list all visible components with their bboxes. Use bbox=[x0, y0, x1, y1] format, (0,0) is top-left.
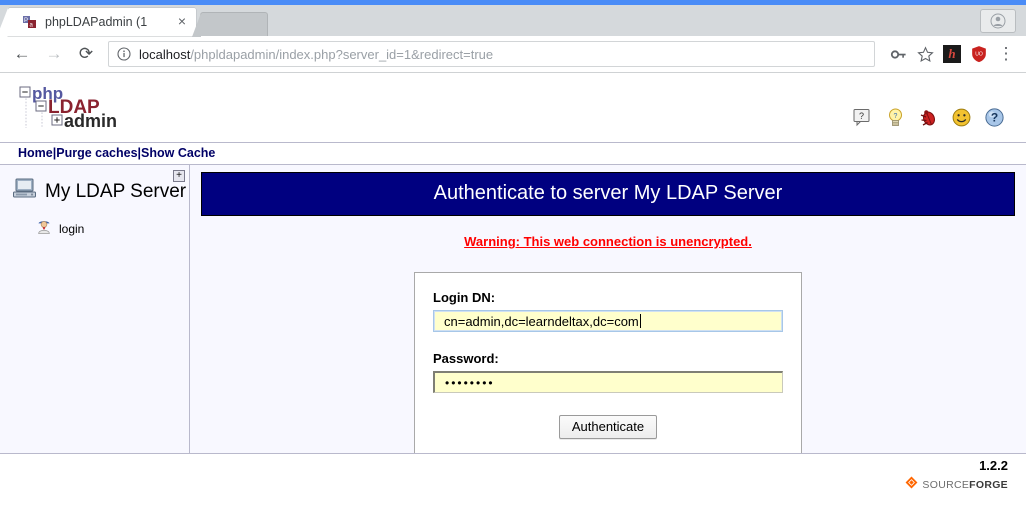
key-icon[interactable] bbox=[886, 42, 910, 66]
close-icon[interactable]: × bbox=[174, 14, 190, 30]
sourceforge-logo[interactable]: SOURCEFORGE bbox=[0, 476, 1008, 494]
sourceforge-prefix: SOURCE bbox=[922, 479, 970, 491]
phpldapadmin-logo: php LDAP admin bbox=[18, 82, 138, 134]
login-dn-value: cn=admin,dc=learndeltax,dc=com bbox=[444, 313, 639, 329]
question-ball-icon[interactable]: ? bbox=[984, 107, 1006, 129]
url-path: /phpldapadmin/index.php?server_id=1&redi… bbox=[190, 46, 494, 62]
app-header: php LDAP admin ? ? ? bbox=[0, 74, 1026, 142]
smiley-icon[interactable] bbox=[951, 107, 973, 129]
profile-avatar-icon[interactable] bbox=[980, 9, 1016, 33]
form-actions: Authenticate bbox=[433, 415, 783, 439]
svg-text:P: P bbox=[24, 18, 28, 24]
server-computer-icon bbox=[12, 177, 38, 206]
sidebar-item-login[interactable]: login bbox=[0, 218, 189, 239]
svg-text:?: ? bbox=[859, 111, 864, 121]
sidebar-item-server[interactable]: My LDAP Server bbox=[0, 177, 189, 206]
extension-icon-h[interactable]: h bbox=[940, 42, 964, 66]
address-bar[interactable]: localhost/phpldapadmin/index.php?server_… bbox=[108, 41, 875, 67]
browser-toolbar: ← → ⟳ localhost/phpldapadmin/index.php?s… bbox=[0, 36, 1026, 73]
info-circle-icon[interactable] bbox=[117, 47, 131, 61]
unencrypted-warning: Warning: This web connection is unencryp… bbox=[464, 234, 752, 249]
main-content: Authenticate to server My LDAP Server Wa… bbox=[190, 165, 1026, 458]
help-balloon-icon[interactable]: ? bbox=[852, 107, 874, 129]
sidebar-server-label: My LDAP Server bbox=[45, 180, 187, 202]
page-content: php LDAP admin ? ? ? Home|Purge caches|S… bbox=[0, 74, 1026, 511]
svg-text:admin: admin bbox=[64, 111, 117, 131]
password-input[interactable]: •••••••• bbox=[433, 371, 783, 393]
phpldapadmin-favicon: P a bbox=[22, 14, 38, 30]
forward-icon[interactable]: → bbox=[40, 40, 68, 68]
sidebar: + My LDAP Server login bbox=[0, 165, 190, 453]
password-label: Password: bbox=[433, 351, 499, 366]
expand-tree-icon[interactable]: + bbox=[173, 170, 185, 182]
browser-tab-title: phpLDAPadmin (1 bbox=[45, 15, 148, 29]
sourceforge-diamond-icon bbox=[905, 476, 918, 494]
reload-icon[interactable]: ⟳ bbox=[72, 40, 100, 68]
star-icon[interactable] bbox=[913, 42, 937, 66]
address-bar-url: localhost/phpldapadmin/index.php?server_… bbox=[139, 47, 493, 62]
browser-window: P a phpLDAPadmin (1 × ← → ⟳ localhost/ph… bbox=[0, 0, 1026, 511]
svg-text:?: ? bbox=[894, 113, 898, 120]
app-header-icons: ? ? ? bbox=[852, 107, 1026, 129]
sourceforge-suffix: FORGE bbox=[969, 479, 1008, 491]
sidebar-login-label: login bbox=[59, 221, 85, 236]
back-icon[interactable]: ← bbox=[8, 40, 36, 68]
page-title: Authenticate to server My LDAP Server bbox=[201, 172, 1015, 216]
url-host: localhost bbox=[139, 46, 191, 62]
page-footer: 1.2.2 SOURCEFORGE bbox=[0, 453, 1026, 504]
browser-tab-inactive[interactable] bbox=[192, 12, 268, 37]
bug-icon[interactable] bbox=[918, 107, 940, 129]
nav-link-purge-caches[interactable]: Purge caches bbox=[56, 146, 137, 160]
authenticate-button[interactable]: Authenticate bbox=[558, 415, 658, 439]
page-body: + My LDAP Server login Authenticate to s… bbox=[0, 165, 1026, 458]
login-user-icon bbox=[36, 218, 52, 239]
text-caret bbox=[639, 314, 641, 328]
ublock-origin-icon[interactable]: UO bbox=[967, 42, 991, 66]
sourceforge-text: SOURCEFORGE bbox=[922, 479, 1008, 491]
extension-h-label: h bbox=[943, 45, 961, 63]
lightbulb-icon[interactable]: ? bbox=[885, 107, 907, 129]
login-dn-label: Login DN: bbox=[433, 290, 496, 305]
password-value: •••••••• bbox=[445, 375, 495, 390]
login-dn-input[interactable]: cn=admin,dc=learndeltax,dc=com bbox=[433, 310, 783, 332]
breadcrumb: Home|Purge caches|Show Cache bbox=[0, 142, 1026, 165]
svg-text:?: ? bbox=[991, 111, 998, 125]
browser-tab-active[interactable]: P a phpLDAPadmin (1 × bbox=[0, 8, 196, 36]
version-label: 1.2.2 bbox=[979, 458, 1008, 473]
login-form: Login DN: cn=admin,dc=learndeltax,dc=com… bbox=[414, 272, 802, 458]
nav-link-show-cache[interactable]: Show Cache bbox=[141, 146, 215, 160]
svg-text:UO: UO bbox=[975, 51, 983, 57]
tab-strip: P a phpLDAPadmin (1 × bbox=[0, 5, 1026, 37]
browser-menu-icon[interactable]: ⋮ bbox=[994, 42, 1018, 66]
nav-link-home[interactable]: Home bbox=[18, 146, 53, 160]
